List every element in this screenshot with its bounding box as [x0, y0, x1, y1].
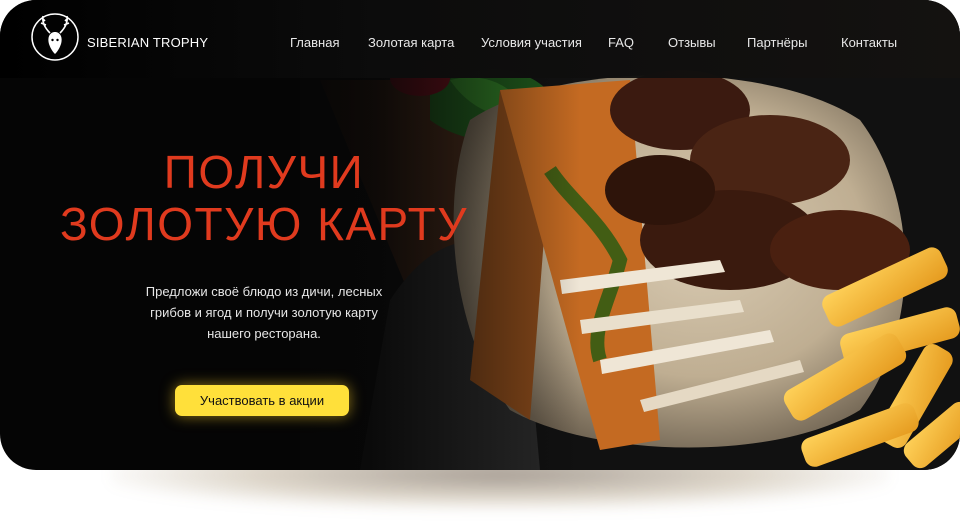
- header: SIBERIAN TROPHY Главная Золотая карта Ус…: [0, 0, 960, 78]
- nav-item-faq[interactable]: FAQ: [608, 35, 634, 50]
- nav-item-contacts[interactable]: Контакты: [841, 35, 897, 50]
- nav-item-gold-card[interactable]: Золотая карта: [368, 35, 454, 50]
- hero-subtitle-line-1: Предложи своё блюдо из дичи, лесных: [145, 284, 383, 299]
- hero-subtitle-line-2: грибов и ягод и получи золотую карту: [150, 305, 378, 320]
- nav-item-home[interactable]: Главная: [290, 35, 339, 50]
- nav-item-partners[interactable]: Партнёры: [747, 35, 807, 50]
- hero-subtitle-line-3: нашего ресторана.: [207, 326, 321, 341]
- hero-title-line-1: ПОЛУЧИ: [163, 146, 365, 198]
- main-navigation: Главная Золотая карта Условия участия FA…: [0, 35, 960, 55]
- hero-subtitle: Предложи своё блюдо из дичи, лесных гриб…: [128, 281, 400, 344]
- participate-button[interactable]: Участвовать в акции: [175, 385, 349, 416]
- landing-page: SIBERIAN TROPHY Главная Золотая карта Ус…: [0, 0, 960, 470]
- hero-title-line-2: ЗОЛОТУЮ КАРТУ: [60, 198, 468, 250]
- nav-item-reviews[interactable]: Отзывы: [668, 35, 716, 50]
- nav-item-conditions[interactable]: Условия участия: [481, 35, 582, 50]
